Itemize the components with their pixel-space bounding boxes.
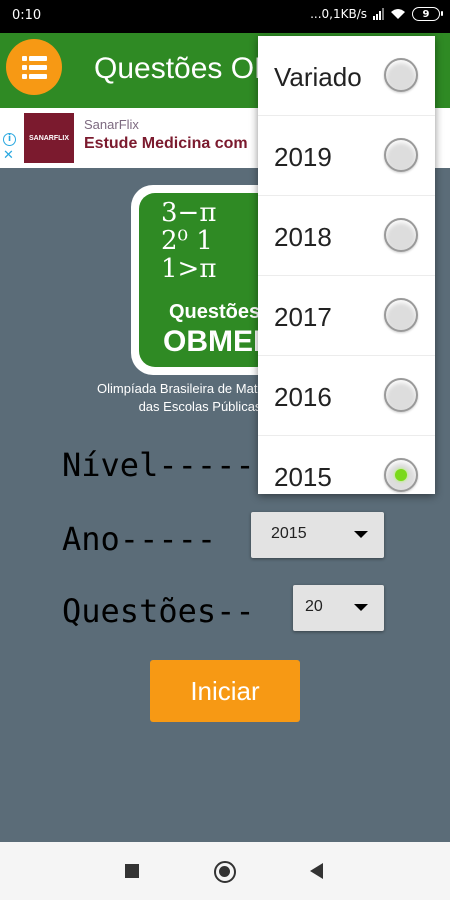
ad-headline: Estude Medicina com	[84, 135, 248, 152]
option-label: 2017	[274, 302, 332, 332]
dropdown-option[interactable]: 2019	[258, 116, 435, 196]
chevron-down-icon	[354, 531, 368, 538]
signal-icon	[373, 8, 384, 20]
back-icon[interactable]	[310, 863, 323, 879]
radio-icon[interactable]	[384, 138, 418, 172]
ad-close-icon[interactable]: ✕	[3, 148, 14, 163]
logo-word-obmep: OBMEP	[163, 325, 273, 358]
ad-logo: SANARFLIX	[24, 113, 74, 163]
chevron-down-icon	[354, 604, 368, 611]
option-label: 2016	[274, 382, 332, 412]
year-spinner-value: 2015	[271, 525, 307, 542]
wifi-icon	[391, 9, 405, 19]
radio-icon[interactable]	[384, 58, 418, 92]
ad-info-icon[interactable]: i	[3, 133, 16, 146]
battery-icon: 9	[412, 7, 443, 21]
system-nav-bar	[0, 842, 450, 900]
dropdown-option[interactable]: 2018	[258, 196, 435, 276]
status-bar: 0:10 ...0,1KB/s 9	[0, 0, 450, 33]
radio-icon[interactable]	[384, 218, 418, 252]
start-button[interactable]: Iniciar	[150, 660, 300, 722]
radio-icon[interactable]	[384, 378, 418, 412]
level-dropdown: Variado 2019 2018 2017 2016 2015	[258, 36, 435, 494]
questions-spinner[interactable]: 20	[293, 585, 384, 631]
status-time: 0:10	[12, 8, 42, 23]
radio-icon[interactable]	[384, 298, 418, 332]
questions-label: Questões--	[62, 592, 255, 630]
option-label: 2019	[274, 142, 332, 172]
option-label: 2018	[274, 222, 332, 252]
recents-icon[interactable]	[125, 864, 139, 878]
battery-level: 9	[422, 8, 430, 20]
home-icon[interactable]	[214, 861, 236, 883]
option-label: Variado	[274, 62, 362, 92]
dropdown-option[interactable]: Variado	[258, 36, 435, 116]
year-label: Ano-----	[62, 520, 217, 558]
questions-spinner-value: 20	[305, 598, 323, 615]
level-label: Nível-----	[62, 446, 255, 484]
menu-icon[interactable]	[6, 39, 62, 95]
dropdown-option[interactable]: 2015	[258, 436, 435, 494]
status-indicators: ...0,1KB/s 9	[310, 7, 443, 21]
ad-brand: SanarFlix	[84, 117, 139, 132]
dropdown-option[interactable]: 2017	[258, 276, 435, 356]
dropdown-option[interactable]: 2016	[258, 356, 435, 436]
logo-word-questoes: Questões	[169, 301, 261, 323]
logo-math: 3−π 2⁰ 1 1>π	[161, 198, 217, 284]
option-label: 2015	[274, 462, 332, 492]
radio-icon[interactable]	[384, 458, 418, 492]
year-spinner[interactable]: 2015	[251, 512, 384, 558]
network-speed: ...0,1KB/s	[310, 7, 367, 21]
